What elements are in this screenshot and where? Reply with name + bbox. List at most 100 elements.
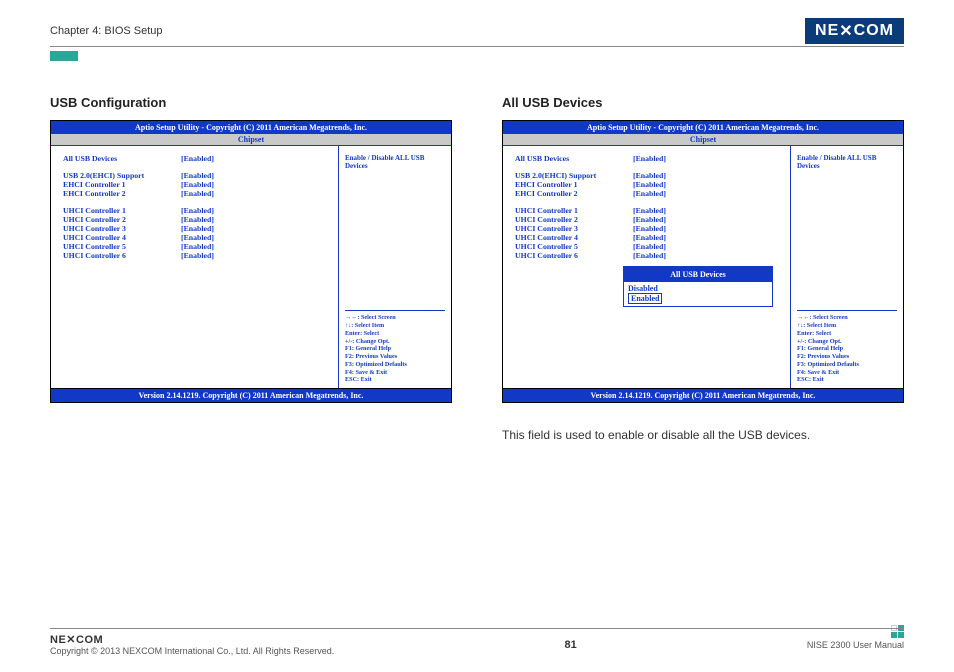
setting-label: EHCI Controller 2 <box>515 189 633 198</box>
nav-hint: F4: Save & Exit <box>797 369 897 377</box>
popup-dialog[interactable]: All USB Devices DisabledEnabled <box>623 266 773 307</box>
nav-hint: F4: Save & Exit <box>345 369 445 377</box>
setting-value: [Enabled] <box>181 233 214 242</box>
setting-row[interactable]: UHCI Controller 5[Enabled] <box>515 242 786 251</box>
bios-panel-left: Aptio Setup Utility - Copyright (C) 2011… <box>50 120 452 403</box>
nav-hint: Enter: Select <box>797 330 897 338</box>
setting-row[interactable]: UHCI Controller 1[Enabled] <box>63 206 334 215</box>
setting-value: [Enabled] <box>633 189 666 198</box>
bios-footer: Version 2.14.1219. Copyright (C) 2011 Am… <box>51 388 451 402</box>
nav-hint: ESC: Exit <box>797 376 897 384</box>
nav-hint: F3: Optimized Defaults <box>345 361 445 369</box>
setting-label: UHCI Controller 2 <box>63 215 181 224</box>
setting-value: [Enabled] <box>633 233 666 242</box>
accent-tab <box>50 51 78 61</box>
popup-title: All USB Devices <box>624 267 772 282</box>
setting-row[interactable]: UHCI Controller 3[Enabled] <box>63 224 334 233</box>
section-title-left: USB Configuration <box>50 95 452 110</box>
setting-label: UHCI Controller 3 <box>63 224 181 233</box>
setting-row[interactable]: UHCI Controller 5[Enabled] <box>63 242 334 251</box>
footer-logo: NE✕COM <box>50 633 334 646</box>
setting-value: [Enabled] <box>181 224 214 233</box>
setting-row[interactable]: UHCI Controller 4[Enabled] <box>515 233 786 242</box>
copyright-text: Copyright © 2013 NEXCOM International Co… <box>50 646 334 656</box>
brand-logo: NE✕COM <box>805 18 904 44</box>
chapter-title: Chapter 4: BIOS Setup <box>50 25 163 37</box>
setting-row[interactable]: UHCI Controller 6[Enabled] <box>515 251 786 260</box>
setting-row[interactable]: EHCI Controller 1[Enabled] <box>515 180 786 189</box>
nav-hint: ESC: Exit <box>345 376 445 384</box>
setting-value: [Enabled] <box>633 206 666 215</box>
setting-row[interactable]: UHCI Controller 2[Enabled] <box>515 215 786 224</box>
help-text: Enable / Disable ALL USB Devices <box>345 154 445 170</box>
setting-row[interactable]: EHCI Controller 1[Enabled] <box>63 180 334 189</box>
right-column: All USB Devices Aptio Setup Utility - Co… <box>502 95 904 444</box>
nav-hint: +/-: Change Opt. <box>345 338 445 346</box>
nav-hint: ↑↓: Select Item <box>345 322 445 330</box>
setting-value: [Enabled] <box>633 154 666 163</box>
setting-value: [Enabled] <box>633 224 666 233</box>
setting-row[interactable]: UHCI Controller 1[Enabled] <box>515 206 786 215</box>
section-title-right: All USB Devices <box>502 95 904 110</box>
page-number: 81 <box>564 639 576 651</box>
setting-row[interactable]: UHCI Controller 6[Enabled] <box>63 251 334 260</box>
setting-label: UHCI Controller 1 <box>515 206 633 215</box>
nav-hint: Enter: Select <box>345 330 445 338</box>
footer-bar: NE✕COM Copyright © 2013 NEXCOM Internati… <box>50 628 904 656</box>
setting-label: UHCI Controller 4 <box>515 233 633 242</box>
bios-title: Aptio Setup Utility - Copyright (C) 2011… <box>51 121 451 134</box>
nav-hint: ↑↓: Select Item <box>797 322 897 330</box>
setting-label: EHCI Controller 1 <box>515 180 633 189</box>
setting-value: [Enabled] <box>181 171 214 180</box>
nav-hint: +/-: Change Opt. <box>797 338 897 346</box>
setting-value: [Enabled] <box>181 206 214 215</box>
setting-row[interactable]: UHCI Controller 3[Enabled] <box>515 224 786 233</box>
bios-tab[interactable]: Chipset <box>51 134 451 146</box>
setting-value: [Enabled] <box>633 171 666 180</box>
setting-label: UHCI Controller 4 <box>63 233 181 242</box>
setting-value: [Enabled] <box>181 180 214 189</box>
setting-label: USB 2.0(EHCI) Support <box>515 171 633 180</box>
bios-settings-area: All USB Devices[Enabled]USB 2.0(EHCI) Su… <box>51 146 339 388</box>
bios-help-area: Enable / Disable ALL USB Devices →←: Sel… <box>791 146 903 388</box>
setting-value: [Enabled] <box>633 215 666 224</box>
bios-title: Aptio Setup Utility - Copyright (C) 2011… <box>503 121 903 134</box>
bios-help-area: Enable / Disable ALL USB Devices →←: Sel… <box>339 146 451 388</box>
bios-settings-area: All USB Devices DisabledEnabled All USB … <box>503 146 791 388</box>
nav-hint: →←: Select Screen <box>797 314 897 322</box>
setting-value: [Enabled] <box>181 251 214 260</box>
popup-option[interactable]: Enabled <box>628 293 768 304</box>
bios-tab[interactable]: Chipset <box>503 134 903 146</box>
setting-value: [Enabled] <box>633 180 666 189</box>
setting-value: [Enabled] <box>633 242 666 251</box>
nav-hint: F2: Previous Values <box>797 353 897 361</box>
setting-label: EHCI Controller 2 <box>63 189 181 198</box>
setting-row[interactable]: EHCI Controller 2[Enabled] <box>515 189 786 198</box>
help-text: Enable / Disable ALL USB Devices <box>797 154 897 170</box>
setting-label: UHCI Controller 3 <box>515 224 633 233</box>
setting-label: EHCI Controller 1 <box>63 180 181 189</box>
setting-row[interactable]: All USB Devices[Enabled] <box>515 154 786 163</box>
setting-row[interactable]: EHCI Controller 2[Enabled] <box>63 189 334 198</box>
setting-label: UHCI Controller 2 <box>515 215 633 224</box>
setting-label: UHCI Controller 5 <box>63 242 181 251</box>
nav-hint: F1: General Help <box>797 345 897 353</box>
nav-hints: →←: Select Screen↑↓: Select ItemEnter: S… <box>345 306 445 384</box>
setting-value: [Enabled] <box>633 251 666 260</box>
setting-row[interactable]: USB 2.0(EHCI) Support[Enabled] <box>515 171 786 180</box>
popup-option[interactable]: Disabled <box>628 284 768 293</box>
nav-hints: →←: Select Screen↑↓: Select ItemEnter: S… <box>797 306 897 384</box>
setting-row[interactable]: UHCI Controller 2[Enabled] <box>63 215 334 224</box>
setting-value: [Enabled] <box>181 189 214 198</box>
setting-label: All USB Devices <box>63 154 181 163</box>
setting-label: UHCI Controller 5 <box>515 242 633 251</box>
setting-value: [Enabled] <box>181 215 214 224</box>
setting-row[interactable]: USB 2.0(EHCI) Support[Enabled] <box>63 171 334 180</box>
setting-label: UHCI Controller 6 <box>515 251 633 260</box>
nav-hint: F3: Optimized Defaults <box>797 361 897 369</box>
manual-name: NISE 2300 User Manual <box>807 640 904 650</box>
header-bar: Chapter 4: BIOS Setup NE✕COM <box>50 18 904 47</box>
setting-row[interactable]: UHCI Controller 4[Enabled] <box>63 233 334 242</box>
setting-row[interactable]: All USB Devices[Enabled] <box>63 154 334 163</box>
nav-hint: F1: General Help <box>345 345 445 353</box>
